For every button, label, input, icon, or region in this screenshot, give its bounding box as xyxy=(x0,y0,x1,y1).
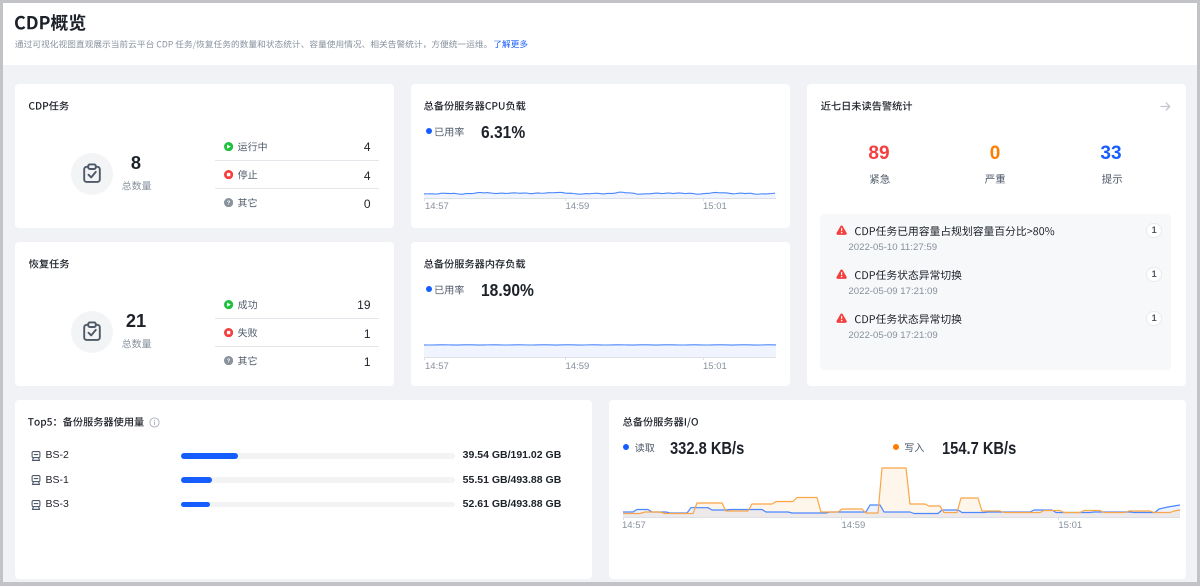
svg-text:?: ? xyxy=(226,200,230,206)
svg-text:?: ? xyxy=(226,358,230,364)
